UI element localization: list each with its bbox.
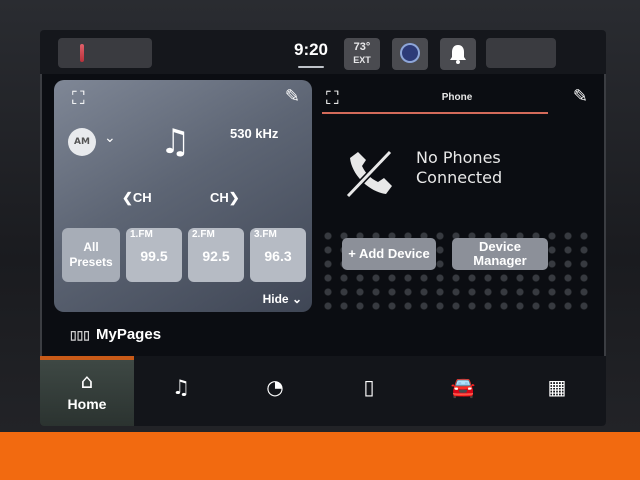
preset-value: 99.5: [140, 248, 168, 264]
nav-media[interactable]: ♫: [134, 356, 228, 426]
music-note-icon: ♫: [160, 122, 191, 162]
chevron-right-icon: ❯: [228, 190, 240, 205]
chevron-down-icon: ⌄: [291, 292, 302, 306]
add-device-button[interactable]: + Add Device: [342, 238, 436, 270]
clock-underline: [298, 66, 324, 68]
gauge-icon: ◔: [266, 375, 284, 399]
apps-grid-icon: ▦: [547, 375, 567, 399]
chevron-down-icon[interactable]: ⌄: [104, 130, 116, 146]
car-icon: 🚘: [450, 375, 476, 399]
status-bar: 9:20 73° EXT: [40, 30, 606, 74]
radio-widget: ⛶ ✎ AM ⌄ ♫ 530 kHz ❮CH CH❯ All Presets 1…: [54, 80, 312, 312]
nav-vehicle[interactable]: 🚘: [416, 356, 510, 426]
chevron-left-icon: ❮: [122, 190, 133, 205]
my-pages-label: MyPages: [96, 326, 162, 343]
device-manager-button[interactable]: Device Manager: [452, 238, 548, 270]
hide-label: Hide: [262, 292, 289, 306]
preset-button-3[interactable]: 3.FM 96.3: [250, 228, 306, 282]
channel-prev-button[interactable]: ❮CH: [122, 190, 152, 206]
thermometer-icon: [80, 44, 84, 62]
ch-prev-label: CH: [132, 190, 152, 205]
bottom-nav: ⌂ Home ♫ ◔ ▯ 🚘 ▦: [40, 356, 606, 426]
edit-pencil-icon[interactable]: ✎: [573, 86, 588, 107]
nav-phone[interactable]: ▯: [322, 356, 416, 426]
pages-icon: ▯▯▯: [70, 328, 90, 342]
voice-assistant-icon: [400, 43, 420, 63]
all-presets-button[interactable]: All Presets: [62, 228, 120, 282]
voice-assistant-button[interactable]: [392, 38, 428, 70]
notifications-button[interactable]: [440, 38, 476, 70]
phone-disconnected-icon: [345, 149, 393, 199]
ch-next-label: CH: [210, 190, 229, 205]
bell-icon: [450, 45, 466, 64]
channel-next-button[interactable]: CH❯: [210, 190, 240, 206]
infotainment-screen: 9:20 73° EXT ⛶ ✎ AM ⌄ ♫ 530 kHz ❮CH CH❯: [40, 30, 606, 426]
outside-temp-unit: EXT: [353, 55, 371, 65]
music-icon: ♫: [172, 375, 190, 399]
outside-temp-value: 73°: [353, 41, 371, 53]
band-badge[interactable]: AM: [68, 128, 96, 156]
nav-apps[interactable]: ▦: [510, 356, 604, 426]
nav-home[interactable]: ⌂ Home: [40, 356, 134, 426]
no-phones-text: No Phones Connected: [416, 148, 503, 187]
no-phones-message: No Phones Connected: [416, 148, 516, 188]
phone-title: Phone: [441, 92, 473, 103]
climate-temp-pill[interactable]: [58, 38, 152, 68]
edit-pencil-icon[interactable]: ✎: [285, 86, 300, 107]
preset-label: 2.FM: [192, 229, 215, 240]
phone-widget: ⛶ Phone ✎ No Phones Connected + Add Devi…: [322, 80, 592, 310]
phone-icon: ▯: [363, 375, 375, 399]
outside-temperature: 73° EXT: [344, 38, 380, 70]
preset-label: 3.FM: [254, 229, 277, 240]
status-pill-right[interactable]: [486, 38, 556, 68]
hide-presets-button[interactable]: Hide ⌄: [263, 292, 302, 306]
nav-home-label: Home: [67, 396, 107, 412]
preset-value: 96.3: [264, 248, 292, 264]
radio-frequency: 530 kHz: [230, 126, 279, 141]
expand-icon[interactable]: ⛶: [72, 88, 85, 109]
preset-button-1[interactable]: 1.FM 99.5: [126, 228, 182, 282]
orange-footer-band: [0, 432, 640, 480]
preset-value: 92.5: [202, 248, 230, 264]
nav-comfort[interactable]: ◔: [228, 356, 322, 426]
preset-button-2[interactable]: 2.FM 92.5: [188, 228, 244, 282]
home-icon: ⌂: [80, 369, 94, 393]
clock: 9:20: [293, 40, 329, 59]
my-pages-button[interactable]: ▯▯▯ MyPages: [70, 326, 161, 343]
preset-label: 1.FM: [130, 229, 153, 240]
phone-title-rule: [322, 112, 548, 114]
